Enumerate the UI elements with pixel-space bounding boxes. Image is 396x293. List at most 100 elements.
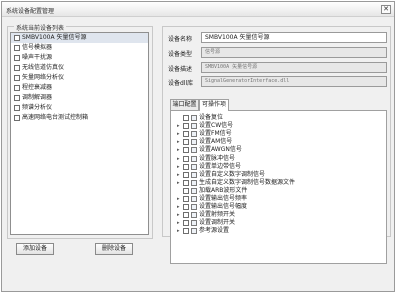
delete-device-button[interactable]: 删除设备 xyxy=(95,243,133,255)
operation-node-icon xyxy=(191,228,197,235)
operations-tree[interactable]: 设备复位 ▸ 设置CW信号 ▸ 设置FM信号 ▸ 设置AM信号 ▸ 设置AWGN信号 ▸ 设置脉冲信… xyxy=(170,110,387,264)
operation-node-icon xyxy=(191,155,197,162)
expand-arrow-icon[interactable]: ▸ xyxy=(177,155,180,163)
tab-port-config[interactable]: 端口配置 xyxy=(170,99,199,110)
operation-tree-item[interactable]: ▸ 设置AWGN信号 xyxy=(171,146,386,154)
expand-arrow-icon[interactable]: ▸ xyxy=(177,138,180,146)
operation-node-icon xyxy=(191,187,197,194)
device-list-item[interactable]: 信号模拟器 xyxy=(11,43,148,53)
operation-label: 设置射频开关 xyxy=(199,211,236,219)
device-list-item[interactable]: 程控衰减器 xyxy=(11,83,148,93)
device-desc-label: 设备描述 xyxy=(168,66,193,73)
device-dll-label: 设备dll库 xyxy=(168,80,194,87)
close-window-button[interactable]: ✕ xyxy=(381,5,391,14)
operation-node-icon xyxy=(191,123,197,130)
expand-arrow-icon[interactable]: ▸ xyxy=(177,122,180,130)
operation-checkbox[interactable] xyxy=(183,139,189,146)
operation-checkbox[interactable] xyxy=(183,163,189,170)
tab-operations[interactable]: 可操作项 xyxy=(199,99,229,111)
operation-label: 设置AWGN信号 xyxy=(199,146,242,154)
device-item-label: 频谱分析仪 xyxy=(22,104,53,111)
device-list-item[interactable]: 无线信道仿真仪 xyxy=(11,63,148,73)
operation-checkbox[interactable] xyxy=(183,147,189,154)
operation-label: 设备复位 xyxy=(199,114,224,121)
device-item-label: 高速网络电台测试控制箱 xyxy=(22,114,89,121)
device-checkbox[interactable] xyxy=(14,115,20,121)
operation-label: 生成自定义数字调制信号数据源文件 xyxy=(199,178,296,186)
operation-checkbox[interactable] xyxy=(183,196,189,202)
operation-label: 设置自定义数字调制信号 xyxy=(199,170,266,178)
operation-tree-item[interactable]: 设备复位 xyxy=(171,114,386,122)
device-item-label: 信号模拟器 xyxy=(22,44,53,51)
expand-arrow-icon[interactable]: ▸ xyxy=(177,211,180,219)
operation-tree-item[interactable]: 加载ARB波形文件 xyxy=(171,187,386,195)
operation-tree-item[interactable]: ▸ 设置自定义数字调制信号 xyxy=(171,171,386,179)
device-checkbox[interactable] xyxy=(14,85,20,91)
expand-arrow-icon[interactable]: ▸ xyxy=(177,227,180,235)
operation-label: 加载ARB波形文件 xyxy=(199,186,248,194)
expand-arrow-icon[interactable]: ▸ xyxy=(177,203,180,211)
expand-arrow-icon[interactable]: ▸ xyxy=(177,163,180,171)
device-checkbox[interactable] xyxy=(14,105,20,111)
device-name-field[interactable]: SMBV100A 矢量信号源 xyxy=(201,32,387,43)
operation-checkbox[interactable] xyxy=(183,131,189,138)
device-checkbox[interactable] xyxy=(14,45,20,51)
device-list-item[interactable]: 噪声干扰源 xyxy=(11,53,148,63)
device-dll-field: SignalGeneratorInterface.dll xyxy=(201,76,387,87)
expand-arrow-icon[interactable]: ▸ xyxy=(177,130,180,138)
operation-checkbox[interactable] xyxy=(183,187,189,194)
device-list-item[interactable]: 频谱分析仪 xyxy=(11,103,148,113)
device-list-item[interactable]: SMBV100A 矢量信号源 xyxy=(11,33,148,43)
device-checkbox[interactable] xyxy=(14,55,20,61)
device-list-item[interactable]: 矢量网络分析仪 xyxy=(11,73,148,83)
operation-label: 设置脉冲信号 xyxy=(199,154,236,162)
operation-label: 参考源设置 xyxy=(199,227,230,235)
operation-tree-item[interactable]: ▸ 设置FM信号 xyxy=(171,130,386,138)
operation-checkbox[interactable] xyxy=(183,228,189,235)
operation-tree-item[interactable]: ▸ 设置CW信号 xyxy=(171,122,386,130)
operation-checkbox[interactable] xyxy=(183,212,189,219)
operation-checkbox[interactable] xyxy=(183,204,189,211)
operation-tree-item[interactable]: ▸ 参考源设置 xyxy=(171,227,386,235)
device-desc-field: SMBV100A 矢量信号源 xyxy=(201,62,387,73)
operation-tree-item[interactable]: ▸ 设置输出信号频率 xyxy=(171,195,386,203)
operation-node-icon xyxy=(191,147,197,154)
add-device-button[interactable]: 添加设备 xyxy=(16,243,54,255)
device-type-field: 信号源 xyxy=(201,47,387,58)
operation-node-icon xyxy=(191,212,197,219)
operation-tree-item[interactable]: ▸ 设置输出信号幅度 xyxy=(171,203,386,211)
expand-arrow-icon[interactable]: ▸ xyxy=(177,146,180,154)
expand-arrow-icon[interactable]: ▸ xyxy=(177,195,180,203)
expand-arrow-icon[interactable]: ▸ xyxy=(177,219,180,227)
device-name-label: 设备名称 xyxy=(168,36,193,43)
operation-checkbox[interactable] xyxy=(183,220,189,227)
operation-checkbox[interactable] xyxy=(183,171,189,178)
device-type-label: 设备类型 xyxy=(168,51,193,58)
expand-arrow-icon[interactable]: ▸ xyxy=(177,171,180,179)
device-list-item[interactable]: 高速网络电台测试控制箱 xyxy=(11,113,148,123)
device-item-label: 程控衰减器 xyxy=(22,84,53,91)
device-checkbox[interactable] xyxy=(14,95,20,101)
device-item-label: 调制解调器 xyxy=(22,94,53,101)
operation-label: 设置单边带信号 xyxy=(199,162,242,170)
device-item-label: 无线信道仿真仪 xyxy=(22,64,65,71)
device-item-label: SMBV100A 矢量信号源 xyxy=(22,34,87,41)
expand-arrow-icon[interactable]: ▸ xyxy=(177,179,180,187)
operation-checkbox[interactable] xyxy=(183,179,189,186)
operation-tree-item[interactable]: ▸ 生成自定义数字调制信号数据源文件 xyxy=(171,179,386,187)
operation-tree-item[interactable]: ▸ 设置射频开关 xyxy=(171,211,386,219)
device-checkbox[interactable] xyxy=(14,65,20,71)
device-checkbox[interactable] xyxy=(14,75,20,81)
operation-tree-item[interactable]: ▸ 设置单边带信号 xyxy=(171,163,386,171)
operation-checkbox[interactable] xyxy=(183,123,189,130)
device-item-label: 噪声干扰源 xyxy=(22,54,53,61)
device-list[interactable]: SMBV100A 矢量信号源 信号模拟器噪声干扰源无线信道仿真仪矢量网络分析仪 程控… xyxy=(10,32,149,235)
device-checkbox[interactable] xyxy=(14,35,20,41)
operation-checkbox[interactable] xyxy=(183,155,189,162)
device-list-item[interactable]: 调制解调器 xyxy=(11,93,148,103)
operation-node-icon xyxy=(191,115,197,121)
operation-checkbox[interactable] xyxy=(183,115,189,121)
title-bar: 系统设备配置管理 ✕ xyxy=(2,2,394,17)
operation-node-icon xyxy=(191,196,197,202)
operation-tree-item[interactable]: ▸ 设置脉冲信号 xyxy=(171,155,386,163)
